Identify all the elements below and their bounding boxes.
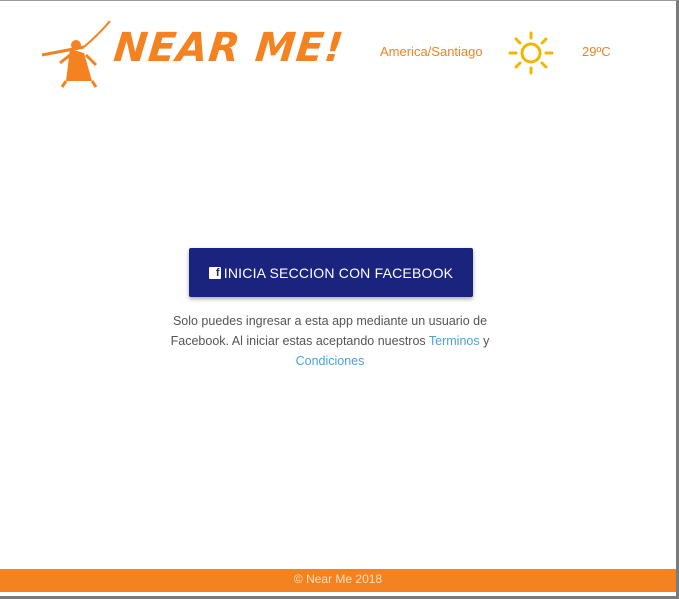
app-window: NEAR ME! America/Santiago 29ºC f INICIA … bbox=[0, 0, 679, 599]
temperature-label: 29ºC bbox=[582, 44, 611, 59]
header: NEAR ME! America/Santiago 29ºC bbox=[0, 1, 672, 101]
timezone-label: America/Santiago bbox=[380, 44, 483, 59]
weather-widget: America/Santiago 29ºC bbox=[380, 31, 620, 75]
logo-text: NEAR ME! bbox=[111, 25, 347, 71]
copyright-text: © Near Me 2018 bbox=[293, 572, 383, 586]
login-notice: Solo puedes ingresar a esta app mediante… bbox=[160, 311, 500, 371]
conditions-link[interactable]: Condiciones bbox=[296, 354, 365, 368]
facebook-login-button[interactable]: f INICIA SECCION CON FACEBOOK bbox=[189, 248, 473, 297]
terms-link[interactable]: Terminos bbox=[429, 334, 480, 348]
facebook-icon: f bbox=[208, 266, 221, 279]
logo[interactable]: NEAR ME! bbox=[40, 19, 346, 89]
facebook-login-label: INICIA SECCION CON FACEBOOK bbox=[223, 264, 454, 281]
footer: © Near Me 2018 bbox=[0, 569, 676, 592]
notice-conjunction: y bbox=[483, 334, 490, 348]
samurai-logo-icon bbox=[41, 20, 111, 88]
sun-icon bbox=[508, 31, 554, 75]
